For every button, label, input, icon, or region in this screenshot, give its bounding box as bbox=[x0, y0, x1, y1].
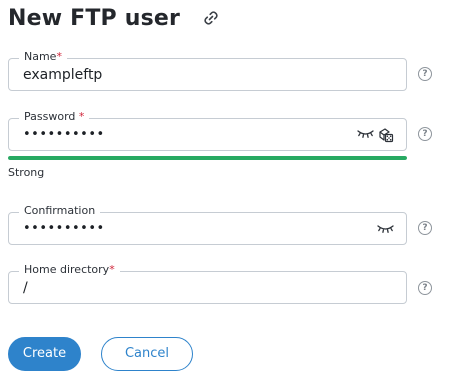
page-title: New FTP user bbox=[8, 5, 181, 31]
name-help-icon[interactable]: ? bbox=[418, 67, 432, 81]
password-label: Password * bbox=[19, 110, 90, 124]
home-directory-label: Home directory* bbox=[19, 263, 120, 277]
home-directory-required-mark: * bbox=[109, 263, 115, 276]
confirmation-label: Confirmation bbox=[19, 204, 101, 218]
home-directory-help-icon[interactable]: ? bbox=[418, 281, 432, 295]
create-button[interactable]: Create bbox=[8, 337, 81, 371]
home-directory-field[interactable]: Home directory* / bbox=[8, 263, 407, 304]
confirmation-input[interactable]: •••••••••• bbox=[23, 220, 105, 238]
page-header: New FTP user bbox=[8, 3, 220, 33]
password-input[interactable]: •••••••••• bbox=[23, 126, 105, 144]
name-label: Name* bbox=[19, 50, 67, 64]
hide-password-icon[interactable] bbox=[357, 129, 374, 139]
confirmation-help-icon[interactable]: ? bbox=[418, 221, 432, 235]
cancel-button[interactable]: Cancel bbox=[101, 337, 193, 371]
name-input[interactable]: exampleftp bbox=[23, 66, 102, 84]
link-icon[interactable] bbox=[202, 9, 220, 27]
hide-confirmation-icon[interactable] bbox=[377, 224, 394, 234]
generate-password-icon[interactable] bbox=[378, 127, 394, 143]
password-strength-label: Strong bbox=[8, 166, 45, 179]
password-required-mark: * bbox=[78, 110, 85, 123]
password-field[interactable]: Password * •••••••••• bbox=[8, 110, 407, 151]
home-directory-input[interactable]: / bbox=[23, 279, 28, 297]
password-help-icon[interactable]: ? bbox=[418, 127, 432, 141]
password-strength-meter bbox=[8, 156, 407, 160]
name-field[interactable]: Name* exampleftp bbox=[8, 50, 407, 91]
name-required-mark: * bbox=[56, 50, 62, 63]
password-strength-fill bbox=[8, 156, 407, 160]
confirmation-field[interactable]: Confirmation •••••••••• bbox=[8, 204, 407, 245]
